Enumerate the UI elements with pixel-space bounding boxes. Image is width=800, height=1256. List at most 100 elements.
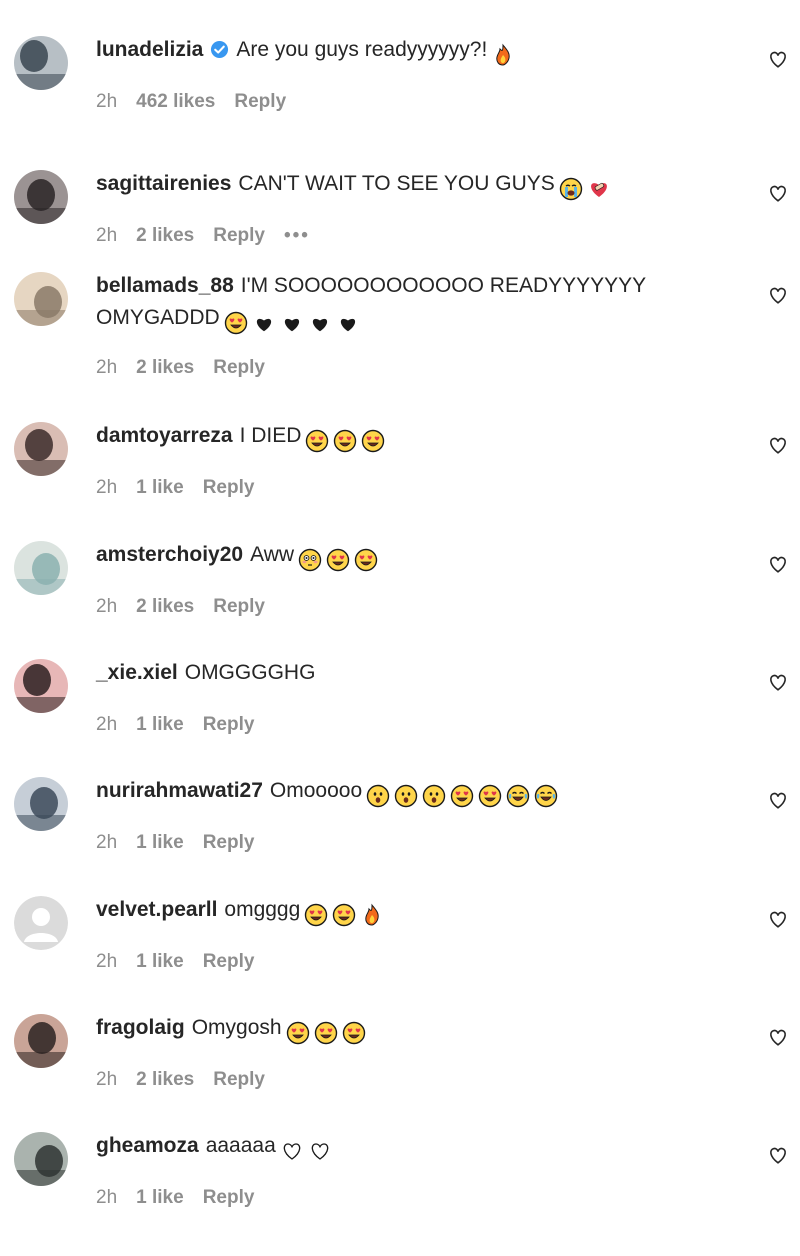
reply-button[interactable]: Reply	[213, 596, 265, 617]
emoji-group	[559, 173, 615, 205]
likes-count[interactable]: 462 likes	[136, 91, 215, 112]
comment-username[interactable]: gheamoza	[96, 1134, 199, 1157]
more-options-icon[interactable]: •••	[284, 225, 310, 246]
comment-timestamp[interactable]: 2h	[96, 951, 117, 972]
heart-eyes-icon	[342, 1021, 366, 1045]
emoji-group	[280, 1135, 336, 1167]
comment-username[interactable]: nurirahmawati27	[96, 779, 263, 802]
comment-timestamp[interactable]: 2h	[96, 714, 117, 735]
comment-username[interactable]: lunadelizia	[96, 38, 203, 61]
emoji-group	[286, 1017, 370, 1049]
comment-meta: 2h 1 like Reply	[96, 1186, 273, 1210]
black-heart-icon	[336, 311, 360, 335]
emoji-group	[491, 39, 519, 71]
comment-text-line: fragolaig Omygosh	[96, 1012, 736, 1049]
comment-text-line: amsterchoiy20 Aww	[96, 539, 736, 576]
comment-timestamp[interactable]: 2h	[96, 91, 117, 112]
avatar[interactable]	[14, 659, 68, 713]
comment-body: CAN'T WAIT TO SEE YOU GUYS	[238, 172, 555, 195]
avatar[interactable]	[14, 896, 68, 950]
reply-button[interactable]: Reply	[213, 1069, 265, 1090]
likes-count[interactable]: 1 like	[136, 832, 184, 853]
emoji-group	[305, 425, 389, 457]
astonished-face-icon	[366, 784, 390, 808]
comment-timestamp[interactable]: 2h	[96, 1187, 117, 1208]
likes-count[interactable]: 2 likes	[136, 225, 194, 246]
heart-eyes-icon	[305, 429, 329, 453]
comment-timestamp[interactable]: 2h	[96, 596, 117, 617]
comment-meta: 2h 462 likes Reply	[96, 90, 305, 114]
comment-meta: 2h 2 likes Reply	[96, 1068, 284, 1092]
likes-count[interactable]: 1 like	[136, 1187, 184, 1208]
like-heart-icon[interactable]	[767, 1026, 789, 1048]
comment-body: Omygosh	[191, 1016, 282, 1039]
like-heart-icon[interactable]	[767, 182, 789, 204]
heart-eyes-icon	[361, 429, 385, 453]
like-heart-icon[interactable]	[767, 908, 789, 930]
heart-eyes-icon	[304, 903, 328, 927]
likes-count[interactable]: 1 like	[136, 951, 184, 972]
avatar[interactable]	[14, 1132, 68, 1186]
comment-username[interactable]: bellamads_88	[96, 274, 234, 297]
like-heart-icon[interactable]	[767, 553, 789, 575]
avatar[interactable]	[14, 1014, 68, 1068]
likes-count[interactable]: 2 likes	[136, 357, 194, 378]
heart-eyes-icon	[224, 311, 248, 335]
avatar[interactable]	[14, 541, 68, 595]
like-heart-icon[interactable]	[767, 284, 789, 306]
comment-body: OMGGGGHG	[184, 661, 316, 684]
avatar[interactable]	[14, 422, 68, 476]
comment-username[interactable]: damtoyarreza	[96, 424, 233, 447]
like-heart-icon[interactable]	[767, 789, 789, 811]
comment-username[interactable]: _xie.xiel	[96, 661, 178, 684]
joy-face-icon	[506, 784, 530, 808]
like-heart-icon[interactable]	[767, 671, 789, 693]
comment-username[interactable]: sagittairenies	[96, 172, 231, 195]
avatar[interactable]	[14, 170, 68, 224]
comment-timestamp[interactable]: 2h	[96, 477, 117, 498]
emoji-group	[304, 899, 388, 931]
avatar[interactable]	[14, 36, 68, 90]
comment-timestamp[interactable]: 2h	[96, 1069, 117, 1090]
comment-username[interactable]: velvet.pearll	[96, 898, 217, 921]
heart-eyes-icon	[450, 784, 474, 808]
avatar[interactable]	[14, 272, 68, 326]
avatar[interactable]	[14, 777, 68, 831]
likes-count[interactable]: 2 likes	[136, 1069, 194, 1090]
like-heart-icon[interactable]	[767, 434, 789, 456]
comment-text-line: bellamads_88 I'M SOOOOOOOOOOOO READYYYYYY…	[96, 270, 736, 339]
loudly-crying-face-icon	[559, 177, 583, 201]
comment-timestamp[interactable]: 2h	[96, 832, 117, 853]
comment-meta: 2h 1 like Reply	[96, 713, 273, 737]
black-heart-icon	[280, 311, 304, 335]
comment-timestamp[interactable]: 2h	[96, 225, 117, 246]
reply-button[interactable]: Reply	[203, 714, 255, 735]
reply-button[interactable]: Reply	[203, 951, 255, 972]
comment-username[interactable]: amsterchoiy20	[96, 543, 243, 566]
fire-icon	[491, 43, 515, 67]
astonished-face-icon	[394, 784, 418, 808]
reply-button[interactable]: Reply	[203, 477, 255, 498]
like-heart-icon[interactable]	[767, 1144, 789, 1166]
comment-body: Omooooo	[269, 779, 363, 802]
comment-username[interactable]: fragolaig	[96, 1016, 185, 1039]
likes-count[interactable]: 1 like	[136, 477, 184, 498]
comment-text-line: nurirahmawati27 Omooooo	[96, 775, 736, 812]
reply-button[interactable]: Reply	[203, 1187, 255, 1208]
verified-badge-icon	[210, 37, 229, 59]
reply-button[interactable]: Reply	[203, 832, 255, 853]
reply-button[interactable]: Reply	[234, 91, 286, 112]
comment-text-line: _xie.xiel OMGGGGHG	[96, 657, 736, 689]
likes-count[interactable]: 1 like	[136, 714, 184, 735]
reply-button[interactable]: Reply	[213, 225, 265, 246]
heart-eyes-icon	[478, 784, 502, 808]
like-heart-icon[interactable]	[767, 48, 789, 70]
white-heart-icon	[280, 1139, 304, 1163]
comment-meta: 2h 1 like Reply	[96, 476, 273, 500]
black-heart-icon	[308, 311, 332, 335]
comment-meta: 2h 2 likes Reply	[96, 595, 284, 619]
reply-button[interactable]: Reply	[213, 357, 265, 378]
likes-count[interactable]: 2 likes	[136, 596, 194, 617]
comment-timestamp[interactable]: 2h	[96, 357, 117, 378]
comment-body: I DIED	[239, 424, 302, 447]
